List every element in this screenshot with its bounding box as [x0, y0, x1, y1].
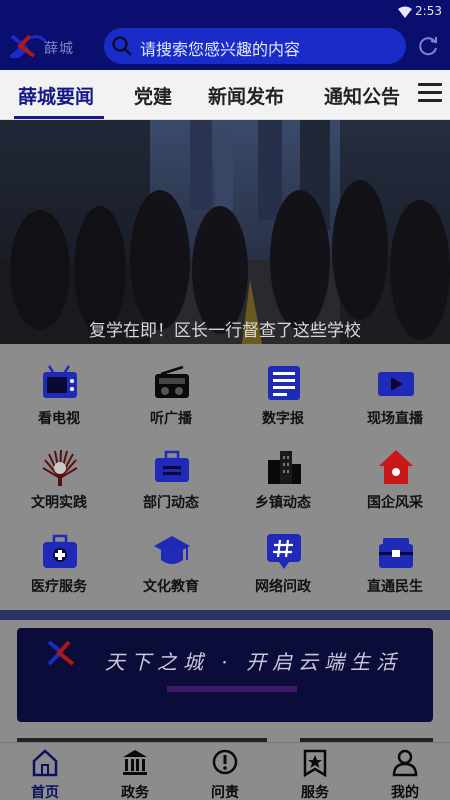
- search-placeholder: 请搜索您感兴趣的内容: [140, 40, 301, 59]
- tab-press-release[interactable]: 新闻发布: [208, 82, 284, 109]
- promo-logo-icon: [47, 640, 75, 666]
- star-bookmark-icon: [303, 749, 327, 777]
- active-tab-indicator: [14, 116, 104, 119]
- service-label: 网络问政: [255, 579, 311, 595]
- headline-banner[interactable]: 复学在即！区长一行督查了这些学校: [0, 120, 450, 344]
- service-label: 文明实践: [31, 495, 87, 511]
- nav-services[interactable]: 服务: [270, 749, 360, 800]
- section-divider: [0, 610, 450, 620]
- service-item-medical[interactable]: 医疗服务: [3, 512, 115, 596]
- service-item-tv[interactable]: 看电视: [3, 344, 115, 428]
- service-label: 文化教育: [143, 579, 199, 595]
- service-label: 国企风采: [367, 495, 423, 511]
- service-label: 现场直播: [367, 411, 423, 427]
- service-item-digital-paper[interactable]: 数字报: [227, 344, 339, 428]
- graduation-cap-icon: [154, 536, 190, 564]
- promo-section: 天下之城 · 开启云端生活: [0, 620, 450, 742]
- bottom-nav: 首页 政务 问责 服务 我的: [0, 742, 450, 800]
- banner-photo: [0, 120, 450, 344]
- app-header: 薛城 请搜索您感兴趣的内容: [0, 24, 450, 70]
- nav-label: 首页: [31, 785, 59, 800]
- promo-slogan: 天下之城 · 开启云端生活: [105, 650, 403, 674]
- service-grid: 看电视 听广播 数字报 现场直播 文明实践 部门动态 乡镇动态 国企风采 医疗服…: [0, 344, 450, 610]
- refresh-icon[interactable]: [416, 34, 440, 58]
- service-item-education[interactable]: 文化教育: [115, 512, 227, 596]
- nav-label: 我的: [391, 785, 419, 800]
- nav-label: 政务: [121, 785, 149, 800]
- app-logo: 薛城: [6, 32, 98, 60]
- promo-banner[interactable]: 天下之城 · 开启云端生活: [17, 628, 433, 722]
- briefcase-icon: [155, 450, 189, 482]
- home-icon: [32, 749, 58, 777]
- service-item-department[interactable]: 部门动态: [115, 428, 227, 512]
- tab-party-building[interactable]: 党建: [134, 82, 172, 109]
- buildings-icon: [268, 451, 301, 484]
- service-item-livelihood[interactable]: 直通民生: [339, 512, 450, 596]
- tab-xuecheng-news[interactable]: 薛城要闻: [18, 82, 94, 109]
- medical-kit-icon: [43, 534, 77, 568]
- category-tabs: 薛城要闻 党建 新闻发布 通知公告: [0, 70, 450, 120]
- service-label: 乡镇动态: [255, 495, 311, 511]
- tab-notices[interactable]: 通知公告: [324, 82, 400, 109]
- service-label: 看电视: [38, 411, 80, 427]
- nav-government[interactable]: 政务: [90, 749, 180, 800]
- promo-subline: [167, 686, 297, 692]
- video-camera-icon: [378, 372, 414, 396]
- government-building-icon: [123, 750, 147, 775]
- wifi-icon: [398, 6, 412, 18]
- status-time: 2:53: [415, 4, 442, 18]
- nav-label: 问责: [211, 785, 239, 800]
- service-label: 直通民生: [367, 579, 423, 595]
- toolbox-icon: [379, 538, 413, 568]
- radio-icon: [155, 365, 189, 398]
- nav-profile[interactable]: 我的: [360, 749, 450, 800]
- menu-icon[interactable]: [418, 83, 442, 103]
- status-bar: 2:53: [0, 0, 450, 24]
- exclamation-circle-icon: [212, 749, 238, 775]
- service-item-online-inquiry[interactable]: 网络问政: [227, 512, 339, 596]
- tv-icon: [43, 365, 77, 398]
- service-label: 医疗服务: [31, 579, 87, 595]
- nav-home[interactable]: 首页: [0, 749, 90, 800]
- service-label: 部门动态: [143, 495, 199, 511]
- search-icon: [112, 36, 132, 56]
- user-icon: [392, 749, 418, 777]
- service-item-township[interactable]: 乡镇动态: [227, 428, 339, 512]
- service-item-radio[interactable]: 听广播: [115, 344, 227, 428]
- newspaper-icon: [268, 366, 300, 400]
- house-icon: [379, 450, 413, 484]
- search-bar[interactable]: 请搜索您感兴趣的内容: [104, 28, 406, 64]
- service-label: 数字报: [262, 411, 304, 427]
- logo-text: 薛城: [44, 41, 74, 57]
- banner-caption: 复学在即！区长一行督查了这些学校: [89, 321, 361, 341]
- nav-accountability[interactable]: 问责: [180, 749, 270, 800]
- fan-emblem-icon: [42, 449, 78, 486]
- nav-label: 服务: [301, 785, 329, 800]
- service-item-live[interactable]: 现场直播: [339, 344, 450, 428]
- service-item-civilization[interactable]: 文明实践: [3, 428, 115, 512]
- service-item-soe[interactable]: 国企风采: [339, 428, 450, 512]
- hashtag-chat-icon: [267, 534, 301, 569]
- service-label: 听广播: [150, 411, 192, 427]
